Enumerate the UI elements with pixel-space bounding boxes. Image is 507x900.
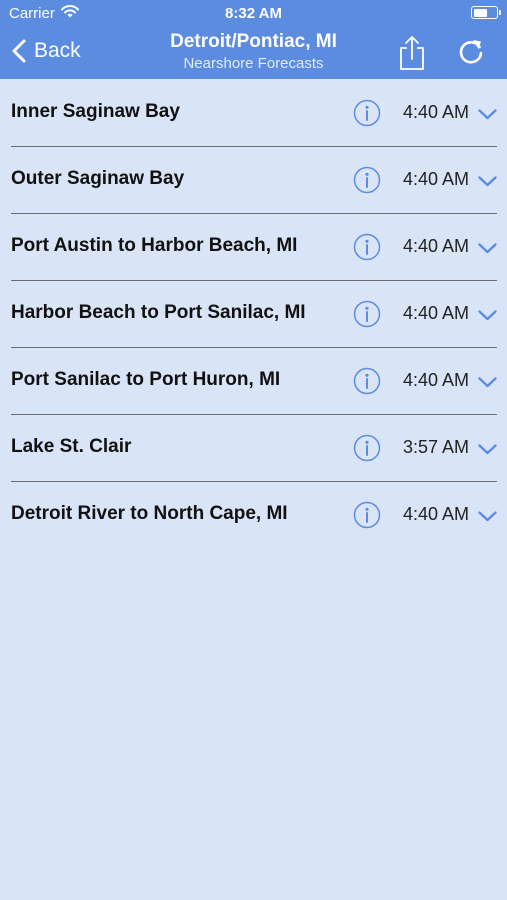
forecast-zone-name: Harbor Beach to Port Sanilac, MI — [11, 302, 306, 323]
forecast-zone-name: Detroit River to North Cape, MI — [11, 503, 288, 524]
info-icon[interactable] — [353, 501, 381, 529]
info-icon[interactable] — [353, 233, 381, 261]
forecast-issue-time: 3:57 AM — [402, 437, 469, 457]
chevron-left-icon — [12, 39, 26, 63]
forecast-list: Inner Saginaw Bay 4:40 AM Outer Saginaw … — [0, 79, 507, 548]
forecast-zone-name: Port Sanilac to Port Huron, MI — [11, 369, 281, 390]
share-button[interactable] — [398, 35, 426, 71]
title-block: Detroit/Pontiac, MI Nearshore Forecasts — [140, 30, 367, 73]
page-title: Detroit/Pontiac, MI — [170, 31, 337, 52]
chevron-down-icon[interactable] — [478, 308, 497, 321]
info-icon[interactable] — [353, 434, 381, 462]
chevron-down-icon[interactable] — [478, 174, 497, 187]
forecast-issue-time: 4:40 AM — [402, 504, 469, 524]
forecast-row[interactable]: Lake St. Clair 3:57 AM — [0, 414, 507, 481]
forecast-zone-name: Lake St. Clair — [11, 436, 132, 457]
forecast-row[interactable]: Inner Saginaw Bay 4:40 AM — [0, 79, 507, 146]
forecast-issue-time: 4:40 AM — [402, 102, 469, 122]
header: Carrier 8:32 AM Back Detroit/Pontiac, MI… — [0, 0, 507, 79]
navigation-bar: Back Detroit/Pontiac, MI Nearshore Forec… — [0, 26, 507, 79]
info-icon[interactable] — [353, 99, 381, 127]
status-bar: Carrier 8:32 AM — [0, 0, 507, 26]
row-divider — [11, 481, 497, 482]
chevron-down-icon[interactable] — [478, 442, 497, 455]
forecast-row[interactable]: Detroit River to North Cape, MI 4:40 AM — [0, 481, 507, 548]
info-icon[interactable] — [353, 367, 381, 395]
forecast-zone-name: Inner Saginaw Bay — [11, 101, 180, 122]
row-divider — [11, 414, 497, 415]
row-divider — [11, 347, 497, 348]
forecast-row[interactable]: Harbor Beach to Port Sanilac, MI 4:40 AM — [0, 280, 507, 347]
forecast-issue-time: 4:40 AM — [402, 236, 469, 256]
forecast-issue-time: 4:40 AM — [402, 303, 469, 323]
row-divider — [11, 213, 497, 214]
share-icon — [398, 36, 426, 75]
info-icon[interactable] — [353, 166, 381, 194]
forecast-issue-time: 4:40 AM — [402, 370, 469, 390]
back-label: Back — [34, 39, 81, 62]
chevron-down-icon[interactable] — [478, 107, 497, 120]
page-subtitle: Nearshore Forecasts — [183, 55, 324, 72]
battery-level — [473, 8, 488, 17]
forecast-row[interactable]: Port Sanilac to Port Huron, MI 4:40 AM — [0, 347, 507, 414]
forecast-issue-time: 4:40 AM — [402, 169, 469, 189]
forecast-zone-name: Port Austin to Harbor Beach, MI — [11, 235, 298, 256]
battery-icon — [471, 6, 501, 19]
status-time: 8:32 AM — [225, 5, 282, 22]
chevron-down-icon[interactable] — [478, 241, 497, 254]
chevron-down-icon[interactable] — [478, 375, 497, 388]
forecast-row[interactable]: Port Austin to Harbor Beach, MI 4:40 AM — [0, 213, 507, 280]
back-button[interactable]: Back — [12, 34, 81, 68]
chevron-down-icon[interactable] — [478, 509, 497, 522]
row-divider — [11, 280, 497, 281]
row-divider — [11, 146, 497, 147]
info-icon[interactable] — [353, 300, 381, 328]
forecast-zone-name: Outer Saginaw Bay — [11, 168, 185, 189]
forecast-row[interactable]: Outer Saginaw Bay 4:40 AM — [0, 146, 507, 213]
refresh-button[interactable] — [457, 38, 485, 66]
refresh-icon — [457, 40, 485, 70]
